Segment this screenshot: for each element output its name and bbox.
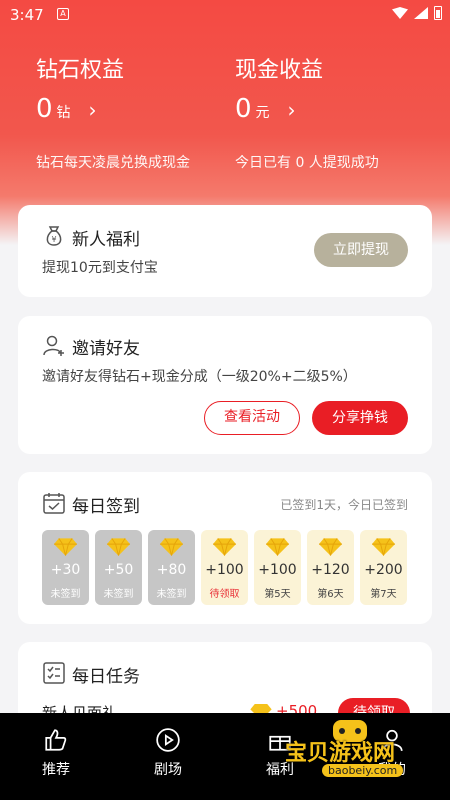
checkin-day[interactable]: +100 待领取 bbox=[201, 530, 248, 605]
view-activity-button[interactable]: 查看活动 bbox=[204, 401, 300, 435]
share-earn-button[interactable]: 分享挣钱 bbox=[312, 401, 408, 435]
chevron-right-icon[interactable]: › bbox=[288, 98, 296, 122]
checkin-day[interactable]: +30 未签到 bbox=[42, 530, 89, 605]
checkin-points: +100 bbox=[258, 562, 297, 578]
diamond-icon bbox=[372, 538, 395, 556]
checkin-status: 已签到1天，今日已签到 bbox=[280, 498, 408, 512]
checkin-day[interactable]: +100 第5天 bbox=[254, 530, 301, 605]
tab-recommend[interactable]: 推荐 bbox=[16, 727, 96, 779]
checkin-label: 待领取 bbox=[209, 589, 240, 600]
status-icons bbox=[392, 6, 442, 20]
diamond-unit: 钻 bbox=[56, 105, 71, 121]
battery-icon bbox=[434, 6, 442, 20]
svg-text:¥: ¥ bbox=[51, 235, 56, 244]
status-time: 3:47 bbox=[10, 6, 44, 24]
watermark-url: baobeiy.com bbox=[322, 764, 404, 777]
cash-earnings-title: 现金收益 bbox=[235, 58, 324, 83]
checkin-day[interactable]: +200 第7天 bbox=[360, 530, 407, 605]
checkin-label: 未签到 bbox=[156, 589, 187, 600]
wifi-icon bbox=[392, 7, 408, 19]
checkin-points: +100 bbox=[205, 562, 244, 578]
watermark-text: 宝贝游戏网 bbox=[285, 741, 396, 766]
checkin-points: +30 bbox=[50, 562, 81, 578]
checkin-points: +120 bbox=[311, 562, 350, 578]
newbie-subtitle: 提现10元到支付宝 bbox=[42, 260, 158, 276]
diamond-icon bbox=[160, 538, 183, 556]
diamond-icon bbox=[54, 538, 77, 556]
diamond-rights-title: 钻石权益 bbox=[36, 58, 125, 83]
cash-earnings-desc: 今日已有 0 人提现成功 bbox=[235, 155, 379, 171]
checkin-points: +200 bbox=[364, 562, 403, 578]
checkin-label: 第6天 bbox=[317, 589, 344, 600]
checkin-points: +50 bbox=[103, 562, 134, 578]
diamond-icon bbox=[213, 538, 236, 556]
diamond-rights-panel[interactable]: 钻石权益 0 钻 › 钻石每天凌晨兑换成现金 bbox=[36, 52, 190, 171]
thumbs-up-icon bbox=[45, 729, 67, 751]
tab-theater[interactable]: 剧场 bbox=[128, 727, 208, 779]
cash-earnings-panel[interactable]: 现金收益 0 元 › 今日已有 0 人提现成功 bbox=[235, 52, 379, 171]
diamond-icon bbox=[266, 538, 289, 556]
status-bar: 3:47 A bbox=[0, 0, 450, 30]
money-bag-icon: ¥ bbox=[46, 226, 62, 246]
cash-unit: 元 bbox=[255, 105, 270, 121]
diamond-count: 0 bbox=[36, 94, 53, 124]
checkin-label: 第5天 bbox=[264, 589, 291, 600]
task-list-icon bbox=[43, 662, 65, 684]
play-circle-icon bbox=[156, 728, 180, 752]
newbie-title: 新人福利 bbox=[72, 230, 140, 250]
withdraw-now-button[interactable]: 立即提现 bbox=[314, 233, 408, 267]
diamond-rights-value-row: 0 钻 › bbox=[36, 94, 97, 124]
invite-subtitle: 邀请好友得钻石+现金分成（一级20%+二级5%） bbox=[42, 369, 357, 385]
invite-friends-card: 邀请好友 邀请好友得钻石+现金分成（一级20%+二级5%） 查看活动 分享挣钱 bbox=[18, 316, 432, 454]
checkin-label: 未签到 bbox=[103, 589, 134, 600]
diamond-rights-desc: 钻石每天凌晨兑换成现金 bbox=[36, 155, 190, 171]
add-user-icon bbox=[43, 335, 64, 356]
cash-amount: 0 bbox=[235, 94, 252, 124]
checkin-label: 第7天 bbox=[370, 589, 397, 600]
tab-label: 推荐 bbox=[42, 762, 70, 778]
newbie-welfare-card: ¥ 新人福利 提现10元到支付宝 立即提现 bbox=[18, 205, 432, 297]
invite-title: 邀请好友 bbox=[72, 339, 140, 359]
checkin-day[interactable]: +50 未签到 bbox=[95, 530, 142, 605]
signal-icon bbox=[414, 7, 428, 19]
daily-checkin-card: 每日签到 已签到1天，今日已签到 +30 未签到 +50 未签到 +80 未签到… bbox=[18, 472, 432, 624]
tasks-title: 每日任务 bbox=[72, 667, 140, 687]
tab-label: 剧场 bbox=[154, 762, 182, 778]
checkin-points: +80 bbox=[156, 562, 187, 578]
cash-earnings-value-row: 0 元 › bbox=[235, 94, 296, 124]
diamond-icon bbox=[319, 538, 342, 556]
notification-icon: A bbox=[57, 8, 69, 20]
chevron-right-icon[interactable]: › bbox=[89, 98, 97, 122]
checkin-day[interactable]: +80 未签到 bbox=[148, 530, 195, 605]
checkin-day[interactable]: +120 第6天 bbox=[307, 530, 354, 605]
calendar-check-icon bbox=[43, 493, 65, 514]
checkin-label: 未签到 bbox=[50, 589, 81, 600]
checkin-title: 每日签到 bbox=[72, 497, 140, 517]
diamond-icon bbox=[107, 538, 130, 556]
